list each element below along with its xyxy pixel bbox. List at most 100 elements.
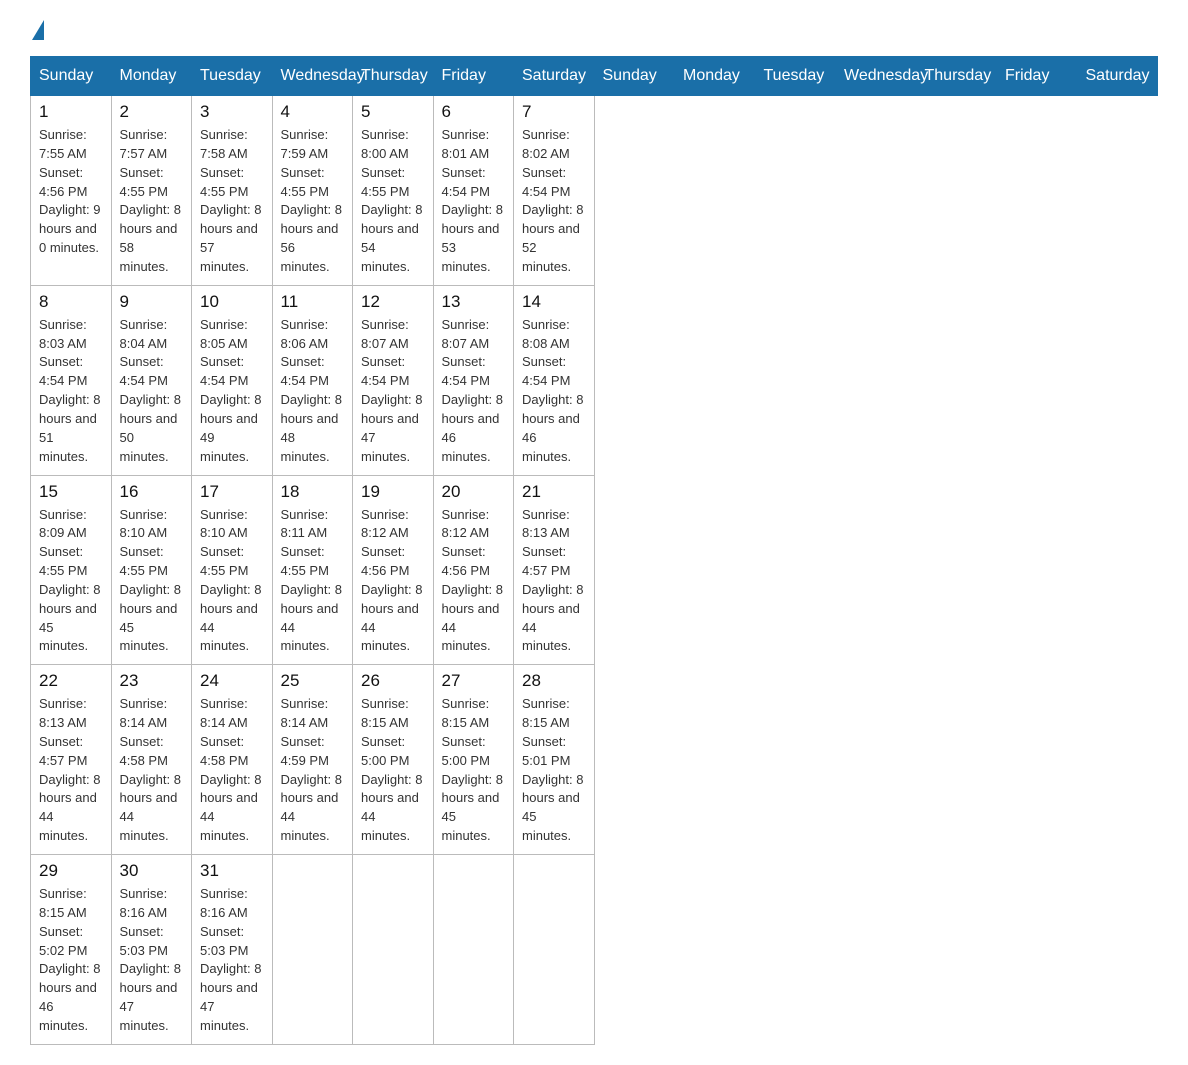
calendar-day-cell: 21 Sunrise: 8:13 AMSunset: 4:57 PMDaylig… (514, 475, 595, 665)
calendar-day-cell (514, 855, 595, 1045)
day-info: Sunrise: 8:04 AMSunset: 4:54 PMDaylight:… (120, 316, 184, 467)
day-info: Sunrise: 8:13 AMSunset: 4:57 PMDaylight:… (522, 506, 586, 657)
day-of-week-header: Monday (111, 57, 192, 96)
calendar-table: SundayMondayTuesdayWednesdayThursdayFrid… (30, 56, 1158, 1045)
day-info: Sunrise: 8:06 AMSunset: 4:54 PMDaylight:… (281, 316, 345, 467)
calendar-day-cell: 5 Sunrise: 8:00 AMSunset: 4:55 PMDayligh… (353, 96, 434, 286)
weekday-header: Thursday (916, 57, 997, 96)
day-info: Sunrise: 8:03 AMSunset: 4:54 PMDaylight:… (39, 316, 103, 467)
calendar-week-row: 22 Sunrise: 8:13 AMSunset: 4:57 PMDaylig… (31, 665, 1158, 855)
day-info: Sunrise: 8:15 AMSunset: 5:01 PMDaylight:… (522, 695, 586, 846)
day-number: 23 (120, 671, 184, 691)
calendar-header-row: SundayMondayTuesdayWednesdayThursdayFrid… (31, 57, 1158, 96)
day-number: 25 (281, 671, 345, 691)
day-number: 12 (361, 292, 425, 312)
page-header (30, 20, 1158, 36)
day-number: 16 (120, 482, 184, 502)
calendar-day-cell: 16 Sunrise: 8:10 AMSunset: 4:55 PMDaylig… (111, 475, 192, 665)
logo-triangle-icon (32, 20, 44, 40)
calendar-day-cell: 19 Sunrise: 8:12 AMSunset: 4:56 PMDaylig… (353, 475, 434, 665)
day-number: 26 (361, 671, 425, 691)
day-number: 8 (39, 292, 103, 312)
day-info: Sunrise: 8:05 AMSunset: 4:54 PMDaylight:… (200, 316, 264, 467)
calendar-day-cell: 26 Sunrise: 8:15 AMSunset: 5:00 PMDaylig… (353, 665, 434, 855)
calendar-day-cell: 25 Sunrise: 8:14 AMSunset: 4:59 PMDaylig… (272, 665, 353, 855)
calendar-day-cell: 6 Sunrise: 8:01 AMSunset: 4:54 PMDayligh… (433, 96, 514, 286)
day-number: 7 (522, 102, 586, 122)
day-info: Sunrise: 8:08 AMSunset: 4:54 PMDaylight:… (522, 316, 586, 467)
day-number: 5 (361, 102, 425, 122)
day-number: 18 (281, 482, 345, 502)
day-of-week-header: Friday (433, 57, 514, 96)
day-number: 2 (120, 102, 184, 122)
day-of-week-header: Sunday (31, 57, 112, 96)
day-info: Sunrise: 8:12 AMSunset: 4:56 PMDaylight:… (442, 506, 506, 657)
calendar-day-cell: 15 Sunrise: 8:09 AMSunset: 4:55 PMDaylig… (31, 475, 112, 665)
day-info: Sunrise: 8:13 AMSunset: 4:57 PMDaylight:… (39, 695, 103, 846)
day-number: 3 (200, 102, 264, 122)
day-info: Sunrise: 8:07 AMSunset: 4:54 PMDaylight:… (442, 316, 506, 467)
weekday-header: Saturday (1077, 57, 1158, 96)
day-number: 22 (39, 671, 103, 691)
calendar-day-cell: 18 Sunrise: 8:11 AMSunset: 4:55 PMDaylig… (272, 475, 353, 665)
calendar-day-cell: 31 Sunrise: 8:16 AMSunset: 5:03 PMDaylig… (192, 855, 273, 1045)
day-info: Sunrise: 8:15 AMSunset: 5:02 PMDaylight:… (39, 885, 103, 1036)
calendar-day-cell: 12 Sunrise: 8:07 AMSunset: 4:54 PMDaylig… (353, 285, 434, 475)
calendar-day-cell: 7 Sunrise: 8:02 AMSunset: 4:54 PMDayligh… (514, 96, 595, 286)
day-info: Sunrise: 7:59 AMSunset: 4:55 PMDaylight:… (281, 126, 345, 277)
day-number: 17 (200, 482, 264, 502)
day-number: 28 (522, 671, 586, 691)
calendar-day-cell: 13 Sunrise: 8:07 AMSunset: 4:54 PMDaylig… (433, 285, 514, 475)
day-info: Sunrise: 8:12 AMSunset: 4:56 PMDaylight:… (361, 506, 425, 657)
day-info: Sunrise: 7:55 AMSunset: 4:56 PMDaylight:… (39, 126, 103, 258)
day-info: Sunrise: 8:10 AMSunset: 4:55 PMDaylight:… (120, 506, 184, 657)
day-number: 27 (442, 671, 506, 691)
day-number: 21 (522, 482, 586, 502)
weekday-header: Monday (675, 57, 756, 96)
day-number: 19 (361, 482, 425, 502)
calendar-day-cell (353, 855, 434, 1045)
day-of-week-header: Tuesday (192, 57, 273, 96)
day-number: 11 (281, 292, 345, 312)
calendar-day-cell: 3 Sunrise: 7:58 AMSunset: 4:55 PMDayligh… (192, 96, 273, 286)
day-info: Sunrise: 7:58 AMSunset: 4:55 PMDaylight:… (200, 126, 264, 277)
day-number: 15 (39, 482, 103, 502)
day-number: 4 (281, 102, 345, 122)
day-info: Sunrise: 8:02 AMSunset: 4:54 PMDaylight:… (522, 126, 586, 277)
day-number: 14 (522, 292, 586, 312)
day-info: Sunrise: 8:07 AMSunset: 4:54 PMDaylight:… (361, 316, 425, 467)
calendar-day-cell: 8 Sunrise: 8:03 AMSunset: 4:54 PMDayligh… (31, 285, 112, 475)
calendar-day-cell: 4 Sunrise: 7:59 AMSunset: 4:55 PMDayligh… (272, 96, 353, 286)
day-number: 6 (442, 102, 506, 122)
weekday-header: Tuesday (755, 57, 836, 96)
calendar-day-cell: 22 Sunrise: 8:13 AMSunset: 4:57 PMDaylig… (31, 665, 112, 855)
day-info: Sunrise: 8:10 AMSunset: 4:55 PMDaylight:… (200, 506, 264, 657)
calendar-day-cell: 20 Sunrise: 8:12 AMSunset: 4:56 PMDaylig… (433, 475, 514, 665)
logo (30, 20, 46, 36)
calendar-day-cell (272, 855, 353, 1045)
day-of-week-header: Thursday (353, 57, 434, 96)
calendar-day-cell: 10 Sunrise: 8:05 AMSunset: 4:54 PMDaylig… (192, 285, 273, 475)
calendar-day-cell: 29 Sunrise: 8:15 AMSunset: 5:02 PMDaylig… (31, 855, 112, 1045)
day-info: Sunrise: 8:15 AMSunset: 5:00 PMDaylight:… (442, 695, 506, 846)
day-info: Sunrise: 8:00 AMSunset: 4:55 PMDaylight:… (361, 126, 425, 277)
day-number: 31 (200, 861, 264, 881)
calendar-day-cell: 24 Sunrise: 8:14 AMSunset: 4:58 PMDaylig… (192, 665, 273, 855)
day-number: 1 (39, 102, 103, 122)
day-number: 30 (120, 861, 184, 881)
day-of-week-header: Wednesday (272, 57, 353, 96)
day-info: Sunrise: 8:14 AMSunset: 4:59 PMDaylight:… (281, 695, 345, 846)
calendar-day-cell: 28 Sunrise: 8:15 AMSunset: 5:01 PMDaylig… (514, 665, 595, 855)
weekday-header: Sunday (594, 57, 675, 96)
calendar-day-cell: 9 Sunrise: 8:04 AMSunset: 4:54 PMDayligh… (111, 285, 192, 475)
calendar-week-row: 1 Sunrise: 7:55 AMSunset: 4:56 PMDayligh… (31, 96, 1158, 286)
day-info: Sunrise: 8:14 AMSunset: 4:58 PMDaylight:… (200, 695, 264, 846)
calendar-day-cell: 1 Sunrise: 7:55 AMSunset: 4:56 PMDayligh… (31, 96, 112, 286)
day-info: Sunrise: 8:01 AMSunset: 4:54 PMDaylight:… (442, 126, 506, 277)
calendar-day-cell: 30 Sunrise: 8:16 AMSunset: 5:03 PMDaylig… (111, 855, 192, 1045)
day-number: 10 (200, 292, 264, 312)
day-number: 20 (442, 482, 506, 502)
day-of-week-header: Saturday (514, 57, 595, 96)
calendar-day-cell: 11 Sunrise: 8:06 AMSunset: 4:54 PMDaylig… (272, 285, 353, 475)
calendar-day-cell (433, 855, 514, 1045)
